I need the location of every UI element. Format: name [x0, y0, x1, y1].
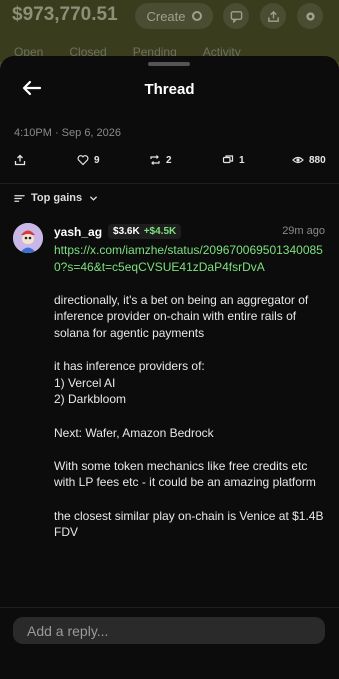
sort-label: Top gains: [31, 192, 83, 204]
comment-count: 1: [239, 154, 245, 166]
views-indicator: 880: [292, 154, 326, 166]
comment-paragraph: Next: Wafer, Amazon Bedrock: [54, 425, 214, 440]
post-actions: 9 2 1 880: [0, 154, 339, 172]
comment-paragraph: the closest similar play on-chain is Ven…: [54, 508, 324, 540]
account-balance: $973,770.51: [12, 4, 118, 25]
market-cap: $3.6K: [113, 226, 140, 237]
heart-icon: [77, 155, 89, 166]
reply-input[interactable]: [13, 617, 325, 644]
like-button[interactable]: 9: [77, 154, 100, 166]
view-count: 880: [309, 154, 326, 166]
chat-icon[interactable]: [223, 3, 249, 29]
comments-icon: [222, 155, 234, 164]
holdings-badge: $3.6K +$4.5K: [108, 224, 182, 239]
reply-bar: [0, 607, 339, 679]
comment-paragraph: it has inference providers of: 1) Vercel…: [54, 359, 205, 407]
repost-icon: [150, 155, 160, 165]
comment-header: yash_ag $3.6K +$4.5K: [54, 224, 182, 239]
chevron-down-icon: [90, 195, 98, 201]
repost-count: 2: [166, 154, 172, 166]
comment-button[interactable]: 1: [222, 154, 245, 166]
post-timestamp: 4:10PM · Sep 6, 2026: [14, 127, 122, 139]
like-count: 9: [94, 154, 100, 166]
comment-paragraph: With some token mechanics like free cred…: [54, 458, 316, 490]
sheet-grabber[interactable]: [148, 62, 190, 66]
gear-icon[interactable]: [297, 3, 323, 29]
comment-link[interactable]: https://x.com/iamzhe/status/209670069501…: [54, 242, 326, 275]
avatar[interactable]: [13, 223, 43, 253]
thread-sheet: Thread 4:10PM · Sep 6, 2026 9 2 1 880 To…: [0, 56, 339, 679]
gain-value: +$4.5K: [143, 226, 177, 237]
sort-icon: [14, 194, 25, 202]
author-name[interactable]: yash_ag: [54, 225, 102, 239]
create-button[interactable]: Create: [135, 3, 213, 29]
comment-body: https://x.com/iamzhe/status/209670069501…: [54, 242, 326, 557]
create-ring-icon: [191, 11, 202, 21]
divider: [0, 183, 339, 184]
eye-icon: [292, 156, 304, 164]
repost-button[interactable]: 2: [149, 154, 172, 166]
share-icon[interactable]: [260, 3, 286, 29]
share-button[interactable]: [14, 154, 26, 166]
comment-time: 29m ago: [282, 225, 325, 237]
avatar-illustration-icon: [13, 223, 43, 253]
comment-paragraph: directionally, it's a bet on being an ag…: [54, 292, 309, 340]
create-label: Create: [146, 8, 186, 24]
sort-dropdown[interactable]: Top gains: [14, 192, 99, 204]
page-title: Thread: [144, 81, 195, 98]
share-icon: [14, 154, 26, 166]
